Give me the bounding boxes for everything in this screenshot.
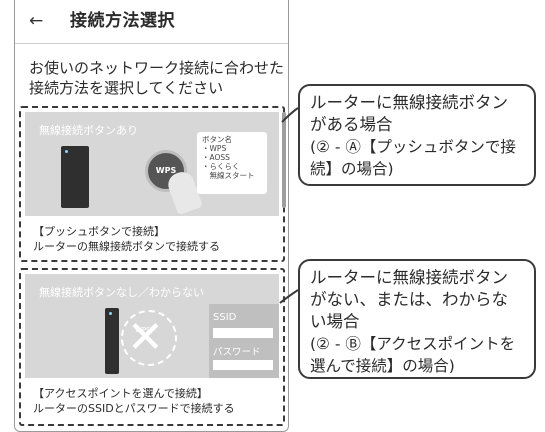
- button-name-heading: ボタン名: [202, 135, 232, 144]
- illustration-with-button: 無線接続ボタンあり WPS ボタン名 ・WPS ・AOSS ・らくらく 無線スタ…: [25, 112, 279, 216]
- intro-text: お使いのネットワーク接続に合わせた接続方法を選択してください: [29, 59, 285, 97]
- button-name-item: ・AOSS: [202, 153, 230, 162]
- illustration-without-button: 無線接続ボタンなし／わからない WPS ✕ SSID パスワード: [25, 274, 279, 378]
- scrollbar[interactable]: [282, 112, 286, 208]
- illustration-title: 無線接続ボタンなし／わからない: [39, 286, 204, 299]
- button-name-item: ・らくらく: [202, 162, 240, 171]
- app-header: ← 接続方法選択: [15, 0, 288, 44]
- ssid-field: [213, 328, 273, 338]
- button-name-item: 無線スタート: [202, 171, 255, 180]
- button-name-list: ボタン名 ・WPS ・AOSS ・らくらく 無線スタート: [197, 132, 267, 194]
- router-icon: [105, 308, 119, 374]
- router-icon: [61, 146, 89, 208]
- callout-with-button: ルーターに無線接続ボタンがある場合 (② - Ⓐ【プッシュボタンで接続】の場合): [298, 84, 536, 186]
- cross-icon: ✕: [127, 312, 164, 363]
- callout-without-button: ルーターに無線接続ボタンがない、または、わからない場合 (② - Ⓑ【アクセスポ…: [298, 259, 536, 379]
- option-caption: 【プッシュボタンで接続】 ルーターの無線接続ボタンで接続する: [33, 224, 279, 254]
- button-name-item: ・WPS: [202, 144, 227, 153]
- option-caption-title: 【プッシュボタンで接続】: [33, 225, 165, 238]
- password-label: パスワード: [213, 347, 261, 358]
- ssid-label: SSID: [213, 312, 237, 323]
- callout-main-text: ルーターに無線接続ボタンがない、または、わからない場合: [310, 268, 508, 331]
- option-push-button[interactable]: 無線接続ボタンあり WPS ボタン名 ・WPS ・AOSS ・らくらく 無線スタ…: [19, 106, 285, 262]
- option-caption-desc: ルーターのSSIDとパスワードで接続する: [33, 402, 235, 415]
- page-title: 接続方法選択: [70, 11, 175, 31]
- option-caption-title: 【アクセスポイントを選んで接続】: [33, 387, 208, 400]
- back-arrow-icon[interactable]: ←: [29, 10, 43, 32]
- password-field: [213, 360, 273, 370]
- callout-sub-text: (② - Ⓑ【アクセスポイントを選んで接続】の場合): [310, 335, 516, 375]
- option-caption: 【アクセスポイントを選んで接続】 ルーターのSSIDとパスワードで接続する: [33, 386, 279, 416]
- phone-screen: ← 接続方法選択 お使いのネットワーク接続に合わせた接続方法を選択してください …: [14, 0, 289, 432]
- callout-main-text: ルーターに無線接続ボタンがある場合: [310, 93, 508, 134]
- option-access-point[interactable]: 無線接続ボタンなし／わからない WPS ✕ SSID パスワード 【アクセスポイ…: [19, 268, 285, 426]
- callout-sub-text: (② - Ⓐ【プッシュボタンで接続】の場合): [310, 138, 516, 178]
- option-caption-desc: ルーターの無線接続ボタンで接続する: [33, 240, 220, 253]
- illustration-title: 無線接続ボタンあり: [39, 124, 138, 137]
